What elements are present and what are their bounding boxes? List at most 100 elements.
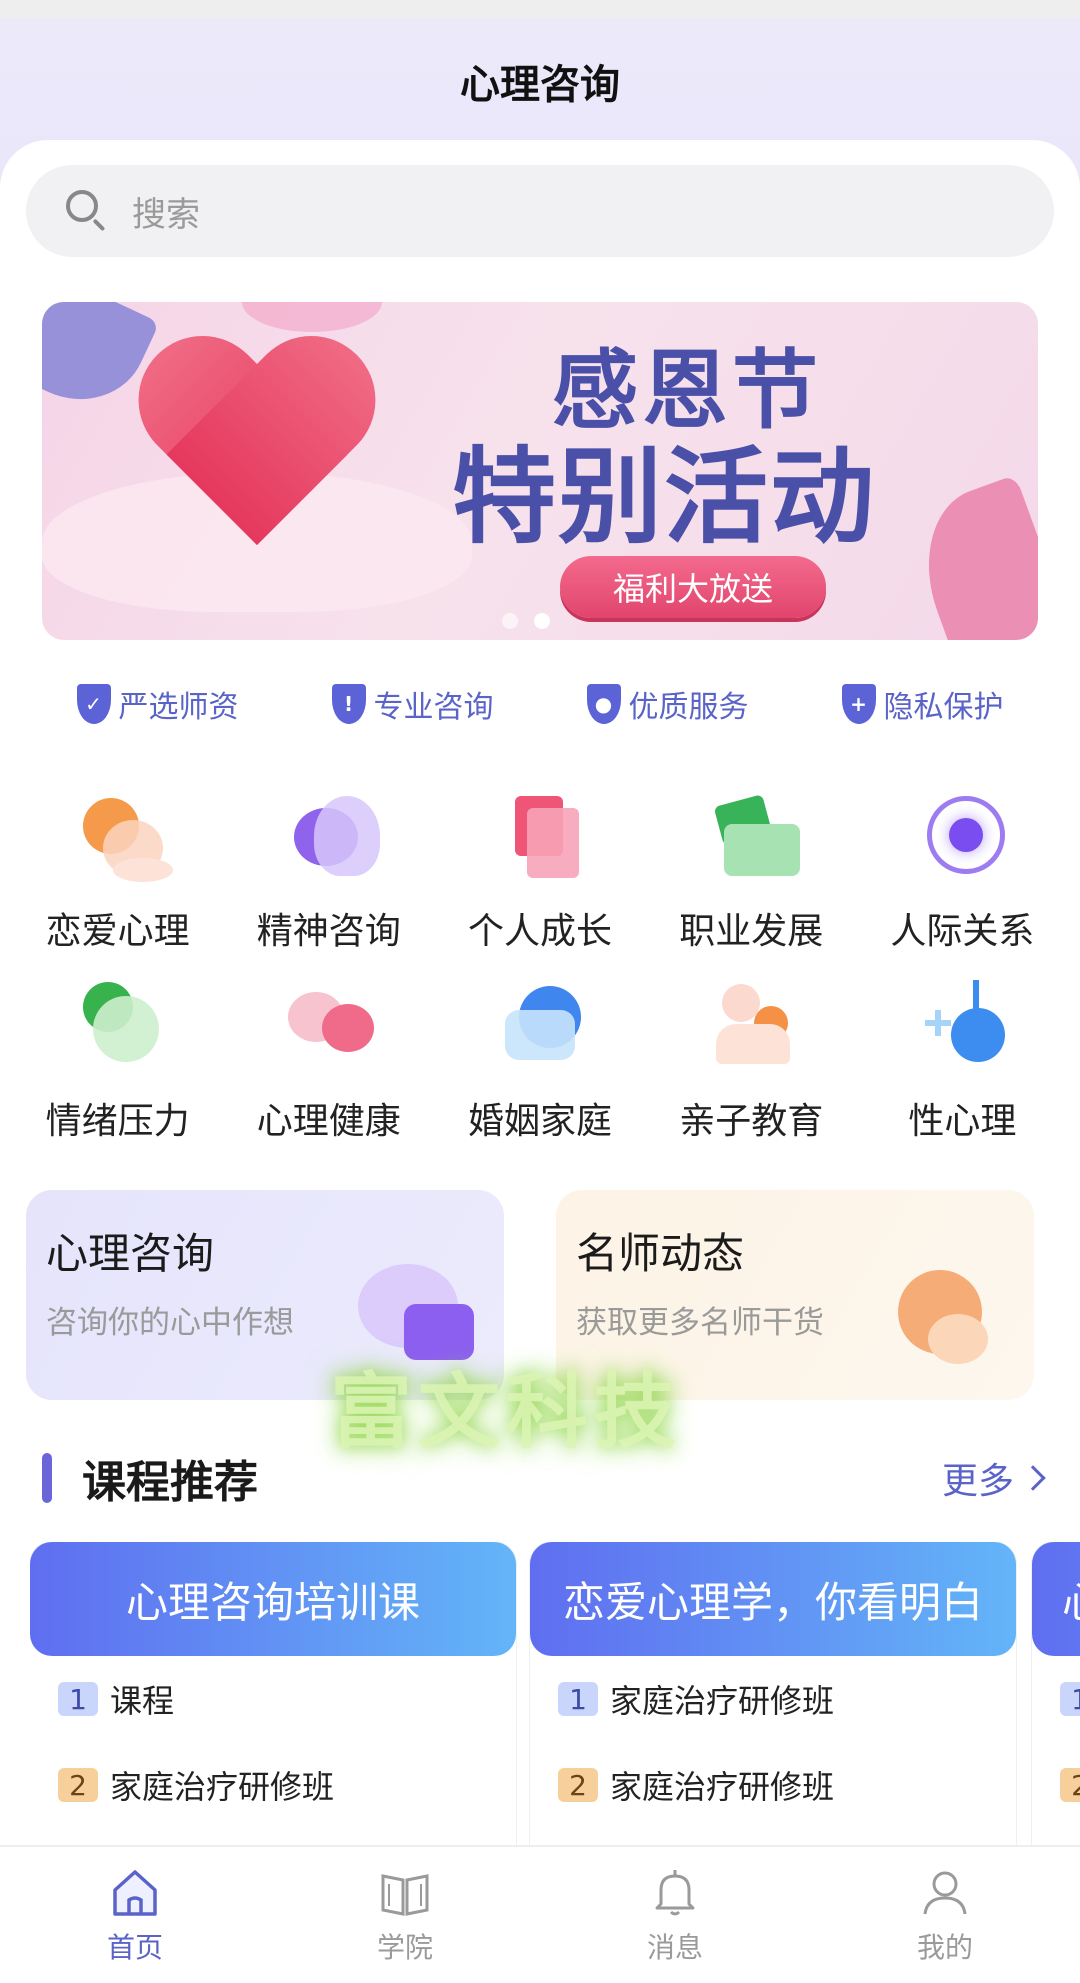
feature-label: 隐私保护 — [883, 690, 1004, 725]
course-card[interactable]: 心 1 2 — [1032, 1542, 1080, 1847]
pagination-dot[interactable] — [502, 613, 518, 629]
tab-label: 学院 — [376, 1931, 433, 1964]
course-item-text: 家庭治疗研修班 — [110, 1768, 335, 1806]
tab-label: 消息 — [646, 1931, 703, 1964]
category-marriage[interactable]: 婚姻家庭 — [434, 980, 645, 1144]
course-title: 心理咨询培训课 — [30, 1542, 516, 1656]
smile-face-icon — [63, 980, 173, 1080]
briefcase-icon — [696, 790, 806, 890]
course-item[interactable]: 2 家庭治疗研修班 — [530, 1742, 1016, 1828]
category-mental[interactable]: 精神咨询 — [223, 790, 434, 954]
tab-messages[interactable]: 消息 — [540, 1847, 810, 1983]
category-parenting[interactable]: 亲子教育 — [646, 980, 857, 1144]
category-label: 情绪压力 — [45, 1101, 190, 1142]
gender-symbol-icon — [907, 980, 1017, 1080]
course-item-text: 家庭治疗研修班 — [610, 1682, 835, 1720]
feature-item: ● 优质服务 — [586, 682, 749, 726]
category-growth[interactable]: 个人成长 — [434, 790, 645, 954]
features-row: ✓ 严选师资 ! 专业咨询 ● 优质服务 + 隐私保护 — [0, 682, 1080, 726]
bottom-tab-bar: 首页 学院 消息 我的 — [0, 1845, 1080, 1983]
love-hearts-icon — [63, 790, 173, 890]
tab-label: 我的 — [916, 1931, 973, 1964]
page-title: 心理咨询 — [460, 62, 620, 108]
category-sexuality[interactable]: 性心理 — [857, 980, 1068, 1144]
feature-item: ✓ 严选师资 — [76, 682, 239, 726]
category-relationship[interactable]: 人际关系 — [857, 790, 1068, 954]
course-title: 恋爱心理学，你看明白 — [530, 1542, 1016, 1656]
promo-banner[interactable]: 感恩节 特别活动 福利大放送 — [42, 302, 1038, 640]
course-item[interactable]: 2 — [1032, 1742, 1080, 1828]
category-label: 婚姻家庭 — [467, 1101, 612, 1142]
category-career[interactable]: 职业发展 — [646, 790, 857, 954]
bell-icon — [655, 1870, 695, 1916]
search-placeholder: 搜索 — [132, 194, 200, 235]
course-title: 心 — [1032, 1542, 1080, 1656]
feature-item: ! 专业咨询 — [331, 682, 494, 726]
category-label: 人际关系 — [890, 911, 1035, 952]
course-item[interactable]: 2 家庭治疗研修班 — [30, 1742, 516, 1828]
speaker-icon — [888, 1264, 1008, 1374]
orbit-icon — [907, 790, 1017, 890]
growth-chart-icon — [485, 790, 595, 890]
feature-item: + 隐私保护 — [841, 682, 1004, 726]
chevron-right-icon — [1020, 1465, 1046, 1491]
course-card[interactable]: 恋爱心理学，你看明白 1 家庭治疗研修班 2 家庭治疗研修班 — [530, 1542, 1016, 1847]
course-carousel[interactable]: 心理咨询培训课 1 课程 2 家庭治疗研修班 恋爱心理学，你看明白 1 家庭治疗… — [30, 1542, 1080, 1847]
banner-leaf-decoration — [902, 474, 1038, 640]
shield-user-icon: ● — [586, 684, 621, 724]
course-section-header: 课程推荐 更多 — [42, 1448, 1046, 1508]
category-label: 职业发展 — [679, 911, 824, 952]
category-label: 性心理 — [908, 1101, 1017, 1142]
shield-exclaim-icon: ! — [331, 684, 366, 724]
category-label: 恋爱心理 — [45, 911, 190, 952]
category-label: 亲子教育 — [679, 1101, 824, 1142]
tab-label: 首页 — [106, 1931, 163, 1964]
course-item[interactable]: 1 — [1032, 1656, 1080, 1742]
course-item[interactable]: 1 课程 — [30, 1656, 516, 1742]
feature-label: 优质服务 — [628, 690, 749, 725]
category-love[interactable]: 恋爱心理 — [12, 790, 223, 954]
category-health[interactable]: 心理健康 — [223, 980, 434, 1144]
hearts-icon — [274, 980, 384, 1080]
more-label: 更多 — [941, 1461, 1014, 1502]
category-label: 个人成长 — [467, 911, 612, 952]
status-bar — [0, 0, 1080, 18]
shield-plus-icon: + — [841, 684, 876, 724]
heart-icon — [132, 340, 382, 590]
watermark: 富文科技 — [330, 1365, 683, 1460]
parent-child-icon — [696, 980, 806, 1080]
tab-profile[interactable]: 我的 — [810, 1847, 1080, 1983]
rank-badge: 2 — [58, 1768, 98, 1802]
course-card[interactable]: 心理咨询培训课 1 课程 2 家庭治疗研修班 — [30, 1542, 516, 1847]
rank-badge: 1 — [558, 1682, 598, 1716]
rank-badge: 1 — [1060, 1682, 1080, 1716]
shield-check-icon: ✓ — [76, 684, 111, 724]
feature-label: 严选师资 — [118, 690, 239, 725]
tab-academy[interactable]: 学院 — [270, 1847, 540, 1983]
category-emotion[interactable]: 情绪压力 — [12, 980, 223, 1144]
feature-label: 专业咨询 — [373, 690, 494, 725]
tab-home[interactable]: 首页 — [0, 1847, 270, 1983]
category-grid: 恋爱心理 精神咨询 个人成长 职业发展 人际关系 情绪压力 心理健康 婚姻家庭 … — [0, 790, 1080, 1144]
banner-line2: 特别活动 — [452, 436, 877, 558]
more-link[interactable]: 更多 — [941, 1452, 1046, 1504]
category-label: 心理健康 — [256, 1101, 401, 1142]
book-icon — [381, 1874, 429, 1916]
course-item-text: 课程 — [110, 1682, 175, 1720]
home-icon — [113, 1870, 157, 1916]
banner-decoration — [242, 302, 382, 332]
family-icon — [485, 980, 595, 1080]
banner-button[interactable]: 福利大放送 — [560, 556, 826, 618]
banner-pagination — [502, 613, 550, 629]
search-input[interactable]: 搜索 — [26, 165, 1054, 257]
pagination-dot-active[interactable] — [534, 613, 550, 629]
user-icon — [923, 1871, 967, 1915]
rank-badge: 2 — [1060, 1768, 1080, 1802]
rank-badge: 1 — [58, 1682, 98, 1716]
section-accent-bar — [42, 1453, 52, 1503]
search-icon — [64, 188, 110, 234]
course-item-text: 家庭治疗研修班 — [610, 1768, 835, 1806]
category-label: 精神咨询 — [256, 911, 401, 952]
course-item[interactable]: 1 家庭治疗研修班 — [530, 1656, 1016, 1742]
rank-badge: 2 — [558, 1768, 598, 1802]
